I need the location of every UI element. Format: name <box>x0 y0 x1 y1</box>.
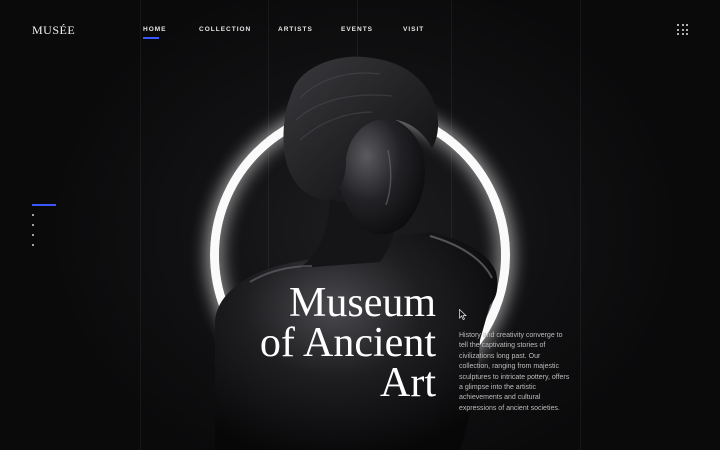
mouse-cursor-icon <box>459 309 467 320</box>
hero-title-line: Art <box>380 360 436 406</box>
hero-title-line: Museum <box>289 280 436 326</box>
hero-description: History and creativity converge to tell … <box>459 332 570 412</box>
hero-title-line: of Ancient <box>259 320 436 366</box>
hero-title: Museum of Ancient Art <box>190 280 436 406</box>
